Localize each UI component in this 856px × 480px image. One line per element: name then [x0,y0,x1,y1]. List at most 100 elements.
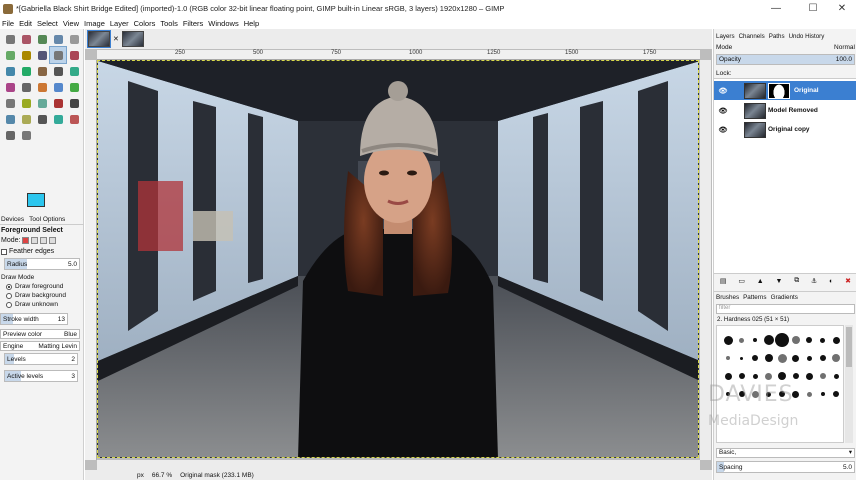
image-tab-thumbnail[interactable] [87,30,111,48]
maximize-button[interactable]: ☐ [797,0,829,17]
brush-thumbnail[interactable] [833,391,839,397]
tool-button[interactable] [34,95,50,111]
brush-thumbnail[interactable] [805,372,813,380]
raise-layer-icon[interactable]: ▲ [757,278,764,285]
layer-mask-thumbnail[interactable] [768,82,790,99]
brush-thumbnail[interactable] [723,335,733,345]
eye-icon[interactable]: 👁 [718,107,728,115]
brush-thumbnail[interactable] [777,353,787,363]
brush-thumbnail[interactable] [726,356,730,360]
tab-layers[interactable]: Layers [716,33,735,40]
tool-button[interactable] [18,95,34,111]
close-button[interactable]: ✕ [826,0,856,17]
menu-colors[interactable]: Colors [134,19,156,28]
brush-thumbnail[interactable] [792,373,799,379]
tool-button[interactable] [18,127,34,143]
layer-row-original[interactable]: 👁 Original [714,81,856,100]
foreground-color-swatch[interactable] [27,193,45,207]
canvas-image[interactable] [97,60,699,458]
tool-button[interactable] [2,31,18,47]
horizontal-ruler[interactable]: 250 500 750 1000 1250 1500 1750 [97,50,700,60]
draw-background-radio[interactable]: Draw background [6,292,66,299]
tool-button[interactable] [18,31,34,47]
tool-button[interactable] [34,47,50,63]
tool-button[interactable] [34,79,50,95]
tool-button[interactable] [66,79,82,95]
menu-file[interactable]: File [2,19,14,28]
tool-button[interactable] [50,79,66,95]
tab-tool-options[interactable]: Tool Options [29,216,65,223]
zoom-select[interactable]: 66.7 % [152,472,172,479]
mode-replace-icon[interactable] [22,237,30,244]
mode-add-icon[interactable] [31,237,39,244]
mode-intersect-icon[interactable] [49,237,57,244]
radius-field[interactable]: Radius 5.0 [4,258,80,270]
tool-button[interactable] [66,47,82,63]
brush-thumbnail[interactable] [792,354,799,362]
duplicate-layer-icon[interactable]: ⧉ [794,277,799,285]
tool-button[interactable] [50,63,66,79]
brush-thumbnail[interactable] [724,372,732,380]
tool-button[interactable] [18,111,34,127]
brush-thumbnail[interactable] [791,336,800,344]
menu-view[interactable]: View [63,19,79,28]
tool-button[interactable] [50,31,66,47]
brush-thumbnail[interactable] [819,355,826,361]
brush-thumbnail[interactable] [820,337,825,343]
fg-bg-colors[interactable] [27,193,53,215]
tool-button[interactable] [2,127,18,143]
tab-devices[interactable]: Devices [1,216,24,223]
opacity-field[interactable]: Opacity 100.0 [716,54,855,65]
tool-button[interactable] [34,31,50,47]
image-tab-thumbnail[interactable] [121,31,144,47]
brush-scrollbar[interactable] [845,325,853,443]
eye-icon[interactable]: 👁 [718,87,728,95]
mode-subtract-icon[interactable] [40,237,48,244]
brush-thumbnail[interactable] [820,392,825,396]
menu-windows[interactable]: Windows [208,19,238,28]
tool-button[interactable] [34,63,50,79]
menu-select[interactable]: Select [37,19,58,28]
spacing-field[interactable]: Spacing 5.0 [716,461,855,473]
stroke-width-field[interactable]: Stroke width 13 [0,313,68,325]
brush-thumbnail[interactable] [752,373,758,379]
brush-thumbnail[interactable] [833,373,839,379]
tool-button[interactable] [18,47,34,63]
tab-paths[interactable]: Paths [769,33,785,40]
tool-button[interactable] [2,79,18,95]
scrollbar-thumb[interactable] [846,327,852,367]
tool-button[interactable] [49,46,67,64]
delete-layer-icon[interactable]: ✖ [845,277,851,285]
tool-button[interactable] [2,63,18,79]
layer-mode-select[interactable]: Normal [834,44,855,51]
brush-thumbnail[interactable] [832,354,840,362]
draw-unknown-radio[interactable]: Draw unknown [6,301,58,308]
brush-thumbnail[interactable] [765,372,772,380]
brush-thumbnail[interactable] [739,337,744,343]
menu-tools[interactable]: Tools [160,19,178,28]
tab-patterns[interactable]: Patterns [743,294,766,301]
menu-layer[interactable]: Layer [110,19,129,28]
new-layer-group-icon[interactable]: ▤ [720,277,727,285]
tool-button[interactable] [66,31,82,47]
vertical-ruler[interactable] [85,60,97,460]
tool-button[interactable] [66,63,82,79]
feather-edges-checkbox[interactable]: Feather edges [1,248,54,255]
eye-icon[interactable]: 👁 [718,126,728,134]
menu-image[interactable]: Image [84,19,105,28]
menu-edit[interactable]: Edit [19,19,32,28]
tab-brushes[interactable]: Brushes [716,294,739,301]
tool-button[interactable] [34,111,50,127]
layer-row-original-copy[interactable]: 👁 Original copy [714,120,856,139]
chain-icon[interactable] [730,125,744,135]
brush-preset-select[interactable]: Basic, ▾ [716,448,855,458]
tool-button[interactable] [2,95,18,111]
brush-thumbnail[interactable] [763,335,774,345]
brush-thumbnail[interactable] [740,356,743,360]
draw-foreground-radio[interactable]: Draw foreground [6,283,63,290]
minimize-button[interactable]: — [760,0,792,17]
brush-thumbnail[interactable] [806,391,812,397]
levels-field[interactable]: Levels 2 [4,353,78,365]
brush-thumbnail[interactable] [752,355,758,361]
brush-thumbnail[interactable] [753,338,757,342]
